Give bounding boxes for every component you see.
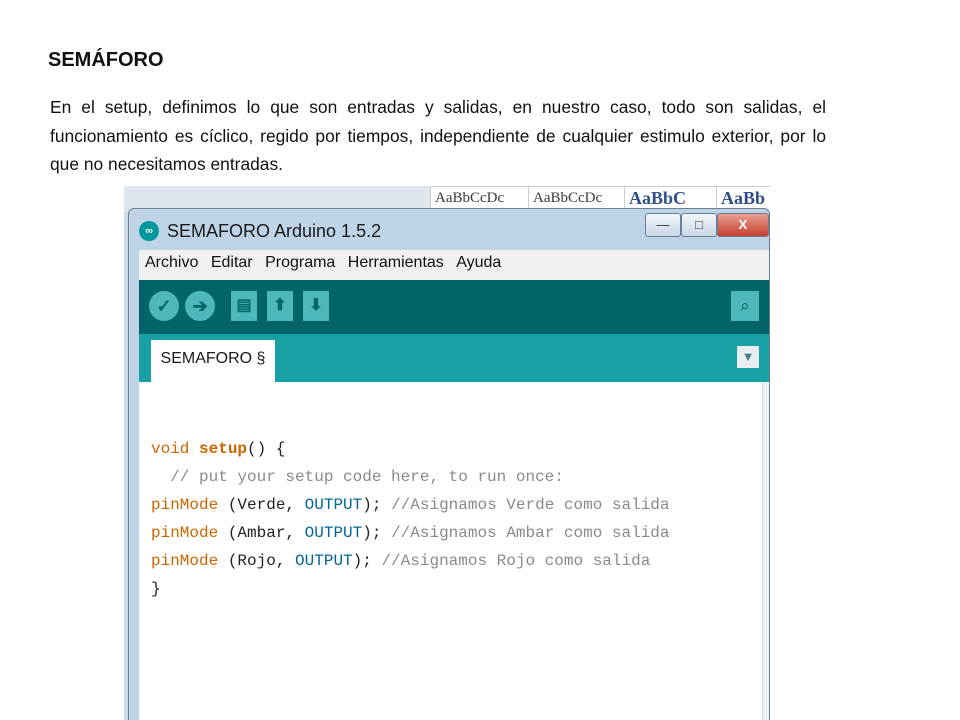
menu-ayuda[interactable]: Ayuda [450,250,503,272]
close-button[interactable]: X [717,213,769,237]
window-title: SEMAFORO Arduino 1.5.2 [167,221,382,241]
code-line-3: pinMode (Verde, OUTPUT); //Asignamos Ver… [151,496,670,514]
tab-semaforo[interactable]: SEMAFORO § [151,340,275,382]
verify-icon[interactable]: ✓ [149,291,179,321]
menu-editar[interactable]: Editar [205,250,255,272]
code-block: void setup() { // put your setup code he… [151,435,670,603]
toolbar: ✓ ➔ ▤ ⬆ ⬇ ⌕ [139,280,769,334]
arduino-logo-icon: ∞ [139,221,159,241]
new-sketch-icon[interactable]: ▤ [231,291,257,321]
code-editor[interactable]: void setup() { // put your setup code he… [139,382,769,720]
maximize-button[interactable]: □ [681,213,717,237]
code-line-4: pinMode (Ambar, OUTPUT); //Asignamos Amb… [151,524,670,542]
minimize-button[interactable]: — [645,213,681,237]
menu-programa[interactable]: Programa [259,250,337,272]
serial-monitor-icon[interactable]: ⌕ [731,291,759,321]
arduino-screenshot: AaBbCcDc AaBbCcDc AaBbC AaBb ∞ SEMAFORO … [124,186,770,720]
upload-icon[interactable]: ➔ [185,291,215,321]
menu-archivo[interactable]: Archivo [139,250,200,272]
title-bar[interactable]: ∞ SEMAFORO Arduino 1.5.2 — □ X [129,209,769,249]
slide-paragraph: En el setup, definimos lo que son entrad… [50,97,826,174]
save-sketch-icon[interactable]: ⬇ [303,291,329,321]
menu-herramientas[interactable]: Herramientas [342,250,446,272]
code-line-6: } [151,580,161,598]
menu-bar: Archivo Editar Programa Herramientas Ayu… [139,250,769,280]
code-line-5: pinMode (Rojo, OUTPUT); //Asignamos Rojo… [151,552,651,570]
tab-menu-icon[interactable]: ▼ [737,346,759,368]
code-line-1: void setup() { [151,440,286,458]
code-line-2: // put your setup code here, to run once… [151,468,564,486]
slide-title: SEMÁFORO [48,49,164,71]
arduino-window: ∞ SEMAFORO Arduino 1.5.2 — □ X Archivo E… [128,208,770,720]
editor-scrollbar[interactable] [762,382,769,720]
open-sketch-icon[interactable]: ⬆ [267,291,293,321]
tab-bar: SEMAFORO § ▼ [139,334,769,382]
